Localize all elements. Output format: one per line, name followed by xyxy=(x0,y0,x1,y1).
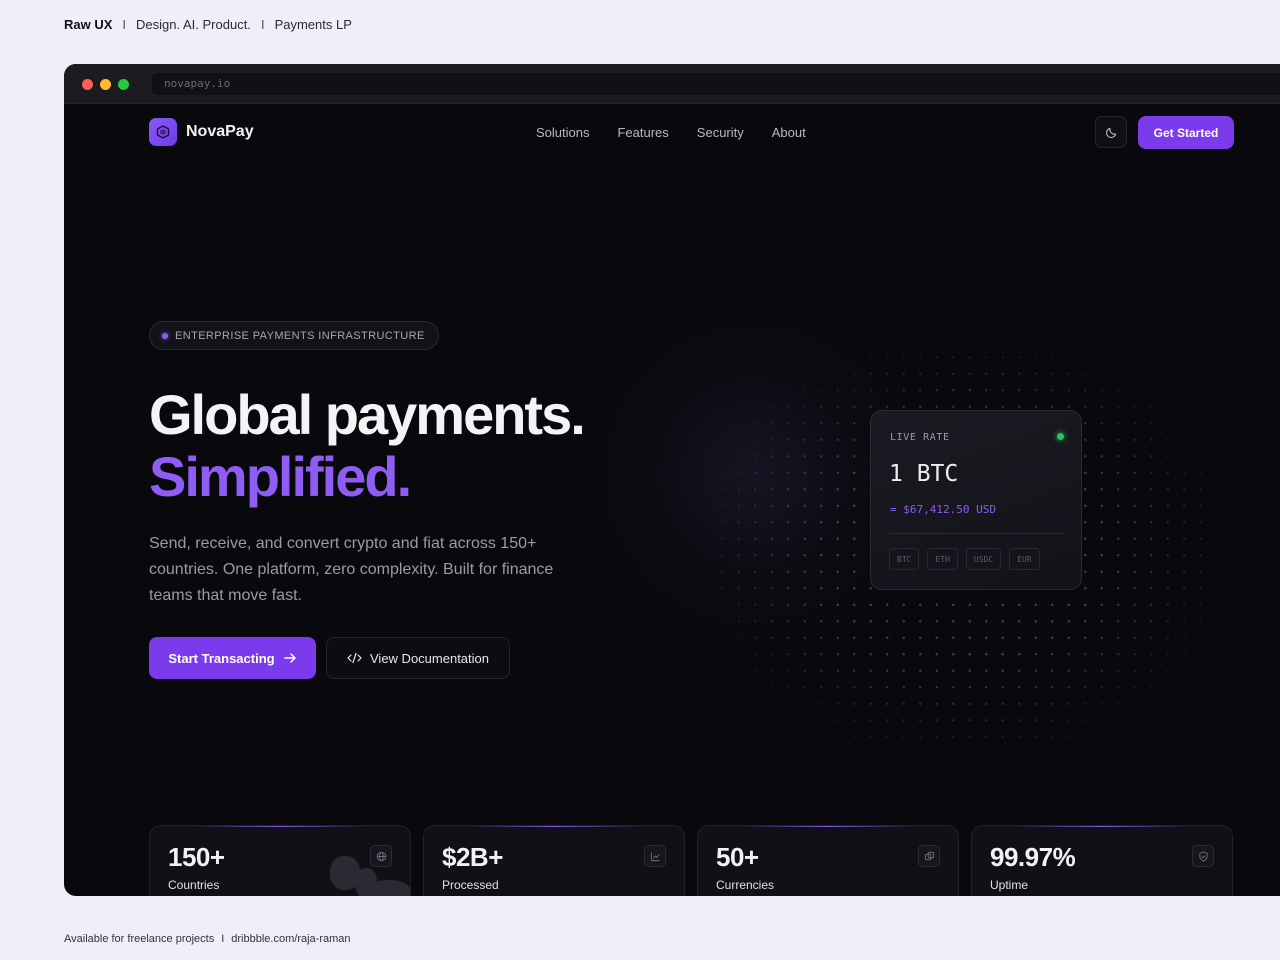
currency-icon xyxy=(918,845,940,867)
hero-title-accent: Simplified. xyxy=(149,445,412,508)
logo-text: NovaPay xyxy=(186,123,254,140)
stat-card-countries: 150+ Countries xyxy=(149,825,411,896)
view-documentation-label: View Documentation xyxy=(370,650,489,666)
nav-link-security[interactable]: Security xyxy=(697,125,744,140)
stats-row: 150+ Countries $2B+ Processed 50+ Curren… xyxy=(149,825,1233,896)
browser-window: novapay.io NovaPay Solutions Features Se… xyxy=(64,64,1280,896)
address-bar[interactable]: novapay.io xyxy=(152,73,1280,95)
availability-text: Available for freelance projects xyxy=(64,933,215,945)
browser-chrome: novapay.io xyxy=(64,64,1280,104)
stat-value: 99.97% xyxy=(990,842,1076,872)
globe-icon xyxy=(370,845,392,867)
badge-text: ENTERPRISE PAYMENTS INFRASTRUCTURE xyxy=(175,329,425,342)
stat-value: 150+ xyxy=(168,842,225,872)
currency-chip-btc[interactable]: BTC xyxy=(889,548,920,570)
nav-link-features[interactable]: Features xyxy=(617,125,668,140)
rate-conversion: = $67,412.50 USD xyxy=(890,503,996,516)
stat-value: $2B+ xyxy=(442,842,503,872)
badge-dot xyxy=(162,332,168,339)
live-rate-card: LIVE RATE 1 BTC = $67,412.50 USD BTC ETH… xyxy=(870,410,1082,590)
stat-label: Currencies xyxy=(716,878,775,892)
footer-separator: I xyxy=(221,933,225,945)
hero-badge: ENTERPRISE PAYMENTS INFRASTRUCTURE xyxy=(149,321,439,350)
site-nav: NovaPay Solutions Features Security Abou… xyxy=(64,104,1280,160)
currency-chip-eur[interactable]: EUR xyxy=(1009,548,1040,570)
live-indicator xyxy=(1057,433,1064,440)
stat-label: Processed xyxy=(442,878,499,892)
portfolio-footer: Available for freelance projects I dribb… xyxy=(64,933,351,945)
arrow-right-icon xyxy=(283,653,296,663)
stat-label: Countries xyxy=(168,878,220,892)
nav-link-about[interactable]: About xyxy=(772,125,806,140)
code-icon xyxy=(347,652,362,664)
maximize-window-dot[interactable] xyxy=(118,79,129,90)
stat-card-uptime: 99.97% Uptime xyxy=(971,825,1233,896)
project-name: Payments LP xyxy=(274,17,352,32)
start-transacting-label: Start Transacting xyxy=(168,650,275,666)
portfolio-brand: Raw UX xyxy=(64,17,113,32)
currency-chips: BTC ETH USDC EUR xyxy=(889,548,1040,570)
start-transacting-button[interactable]: Start Transacting xyxy=(149,637,316,679)
stat-card-currencies: 50+ Currencies xyxy=(697,825,959,896)
hero-description: Send, receive, and convert crypto and fi… xyxy=(149,535,554,604)
portfolio-header: Raw UX I Design. AI. Product. I Payments… xyxy=(64,17,352,32)
moon-icon xyxy=(1105,127,1116,138)
get-started-button[interactable]: Get Started xyxy=(1138,116,1234,149)
view-documentation-button[interactable]: View Documentation xyxy=(326,637,510,679)
minimize-window-dot[interactable] xyxy=(100,79,111,90)
chart-icon xyxy=(644,845,666,867)
stat-value: 50+ xyxy=(716,842,759,872)
hero-title: Global payments. xyxy=(149,383,586,446)
rate-divider xyxy=(889,533,1063,534)
close-window-dot[interactable] xyxy=(82,79,93,90)
nav-links: Solutions Features Security About xyxy=(536,125,806,140)
logo-icon xyxy=(149,118,177,146)
rate-label: LIVE RATE xyxy=(890,432,950,443)
nav-link-solutions[interactable]: Solutions xyxy=(536,125,589,140)
world-map-decoration xyxy=(366,880,410,896)
portfolio-tagline: Design. AI. Product. xyxy=(136,17,251,32)
currency-chip-eth[interactable]: ETH xyxy=(927,548,958,570)
stat-card-processed: $2B+ Processed xyxy=(423,825,685,896)
landing-page: NovaPay Solutions Features Security Abou… xyxy=(64,104,1280,896)
shield-icon xyxy=(1192,845,1214,867)
theme-toggle-button[interactable] xyxy=(1095,116,1127,148)
stat-label: Uptime xyxy=(990,878,1029,892)
currency-chip-usdc[interactable]: USDC xyxy=(965,548,1002,570)
dribbble-link[interactable]: dribbble.com/raja-raman xyxy=(231,933,350,945)
logo[interactable]: NovaPay xyxy=(149,118,254,146)
header-separator: I xyxy=(260,17,265,32)
rate-amount: 1 BTC xyxy=(889,461,959,487)
header-separator: I xyxy=(122,17,127,32)
